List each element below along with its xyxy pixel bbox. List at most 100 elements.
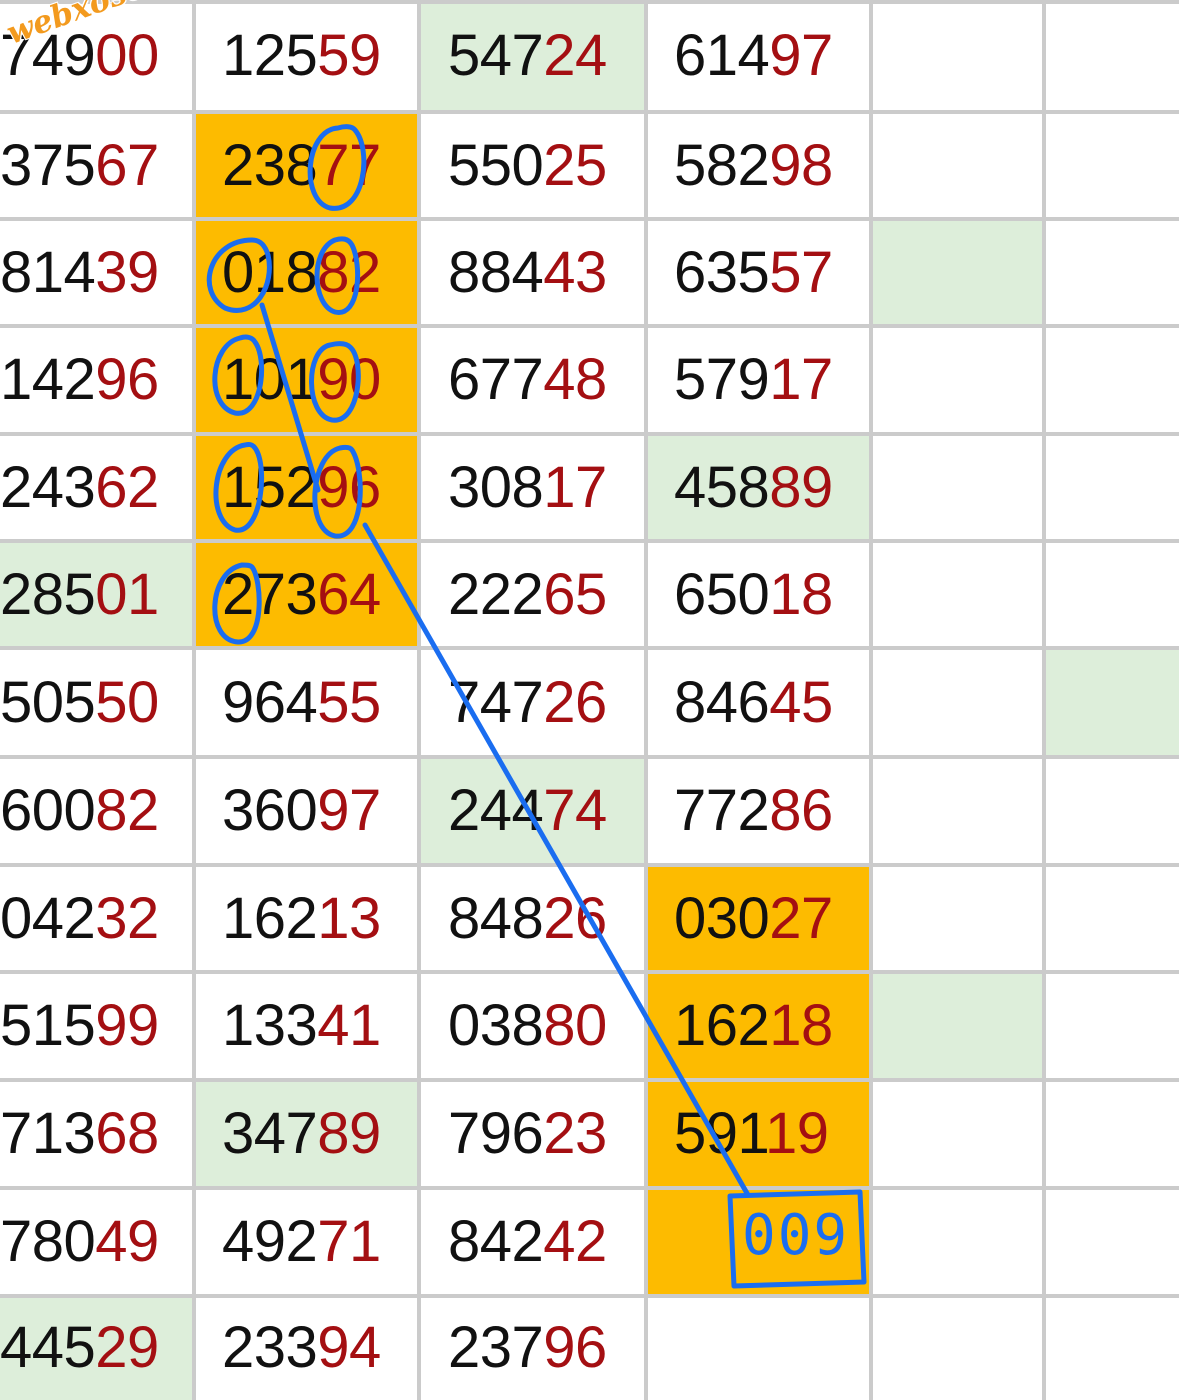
grid-line	[192, 0, 196, 1400]
result-number: 84242	[448, 1209, 607, 1274]
result-cell	[871, 434, 1044, 541]
result-number: 04232	[0, 885, 159, 951]
grid-line	[0, 755, 1179, 759]
grid-line	[644, 0, 648, 1400]
result-cell: 59119	[646, 1080, 871, 1188]
result-cell: 67748	[419, 326, 646, 434]
result-cell: 71368	[0, 1080, 194, 1188]
result-number: 13341	[222, 993, 381, 1058]
result-cell: 03027	[646, 865, 871, 972]
result-cell	[1044, 434, 1179, 541]
result-number: 03880	[448, 993, 607, 1058]
result-cell: 81439	[0, 219, 194, 326]
result-cell	[1044, 219, 1179, 326]
result-number: 24362	[0, 454, 159, 520]
result-number: 74726	[448, 669, 607, 735]
result-number: 51599	[0, 993, 159, 1058]
result-cell: 30817	[419, 434, 646, 541]
result-number: 59119	[674, 1101, 829, 1166]
result-number: 23877	[222, 132, 381, 198]
grid-line	[417, 0, 421, 1400]
result-cell: 28501	[0, 541, 194, 648]
result-number: 54724	[448, 23, 607, 88]
result-number: 77286	[674, 778, 833, 843]
result-number: 15296	[222, 454, 381, 520]
result-number: 28501	[0, 561, 159, 627]
result-number: 71368	[0, 1101, 159, 1166]
results-grid: 74900 37567 81439 14296 24362 28501 50550 60082…	[0, 0, 1179, 1400]
result-cell: 36097	[194, 757, 419, 865]
result-cell: 15296	[194, 434, 419, 541]
result-cell: 60082	[0, 757, 194, 865]
result-cell	[871, 757, 1044, 865]
result-cell: 65018	[646, 541, 871, 648]
grid-line	[0, 217, 1179, 221]
result-cell: 84826	[419, 865, 646, 972]
result-number: 84826	[448, 885, 607, 951]
result-cell	[1044, 648, 1179, 757]
result-number: 01882	[222, 239, 381, 305]
result-cell: 58298	[646, 112, 871, 219]
grid-line	[0, 1186, 1179, 1190]
result-cell	[871, 541, 1044, 648]
grid-line	[0, 1078, 1179, 1082]
result-cell: 16218	[646, 972, 871, 1080]
result-cell: 13341	[194, 972, 419, 1080]
result-cell: 23394	[194, 1296, 419, 1400]
result-number: 96455	[222, 669, 381, 735]
result-cell	[646, 1296, 871, 1400]
result-number: 45889	[674, 454, 833, 520]
result-cell	[1044, 1188, 1179, 1296]
result-cell	[871, 972, 1044, 1080]
result-cell: 57917	[646, 326, 871, 434]
result-number: 79623	[448, 1101, 607, 1166]
result-number: 24474	[448, 778, 607, 843]
result-cell: 96455	[194, 648, 419, 757]
result-number: 23394	[222, 1315, 381, 1380]
result-cell	[1044, 865, 1179, 972]
result-number: 10190	[222, 347, 381, 412]
result-cell	[871, 326, 1044, 434]
result-cell	[1044, 757, 1179, 865]
result-number: 44529	[0, 1315, 159, 1380]
result-cell: 04232	[0, 865, 194, 972]
result-cell: 61497	[646, 0, 871, 112]
result-number: 88443	[448, 239, 607, 305]
result-cell	[871, 648, 1044, 757]
result-cell	[1044, 1080, 1179, 1188]
result-number: 49271	[222, 1209, 381, 1274]
result-number: 65018	[674, 561, 833, 627]
result-cell: 55025	[419, 112, 646, 219]
result-cell: 14296	[0, 326, 194, 434]
result-number: 16213	[222, 885, 381, 951]
result-cell: 45889	[646, 434, 871, 541]
grid-line	[0, 110, 1179, 114]
result-cell	[871, 1296, 1044, 1400]
result-cell: 12559	[194, 0, 419, 112]
grid-line	[0, 863, 1179, 867]
result-cell: 84242	[419, 1188, 646, 1296]
result-number: 67748	[448, 347, 607, 412]
result-number: 30817	[448, 454, 607, 520]
result-cell	[871, 1080, 1044, 1188]
result-cell	[871, 1188, 1044, 1296]
result-cell: 77286	[646, 757, 871, 865]
result-cell: 84645	[646, 648, 871, 757]
result-cell: 23796	[419, 1296, 646, 1400]
result-cell	[871, 112, 1044, 219]
result-number: 61497	[674, 23, 833, 88]
result-number: 16218	[674, 993, 833, 1058]
grid-line	[0, 0, 1179, 4]
result-cell	[1044, 0, 1179, 112]
result-cell: 50550	[0, 648, 194, 757]
result-cell: 24362	[0, 434, 194, 541]
result-cell	[871, 865, 1044, 972]
grid-line	[1042, 0, 1046, 1400]
result-number: 27364	[222, 561, 381, 627]
result-cell	[1044, 326, 1179, 434]
result-number: 60082	[0, 778, 159, 843]
result-number: 14296	[0, 347, 159, 412]
result-cell: 78049	[0, 1188, 194, 1296]
result-cell	[1044, 972, 1179, 1080]
grid-line	[0, 432, 1179, 436]
